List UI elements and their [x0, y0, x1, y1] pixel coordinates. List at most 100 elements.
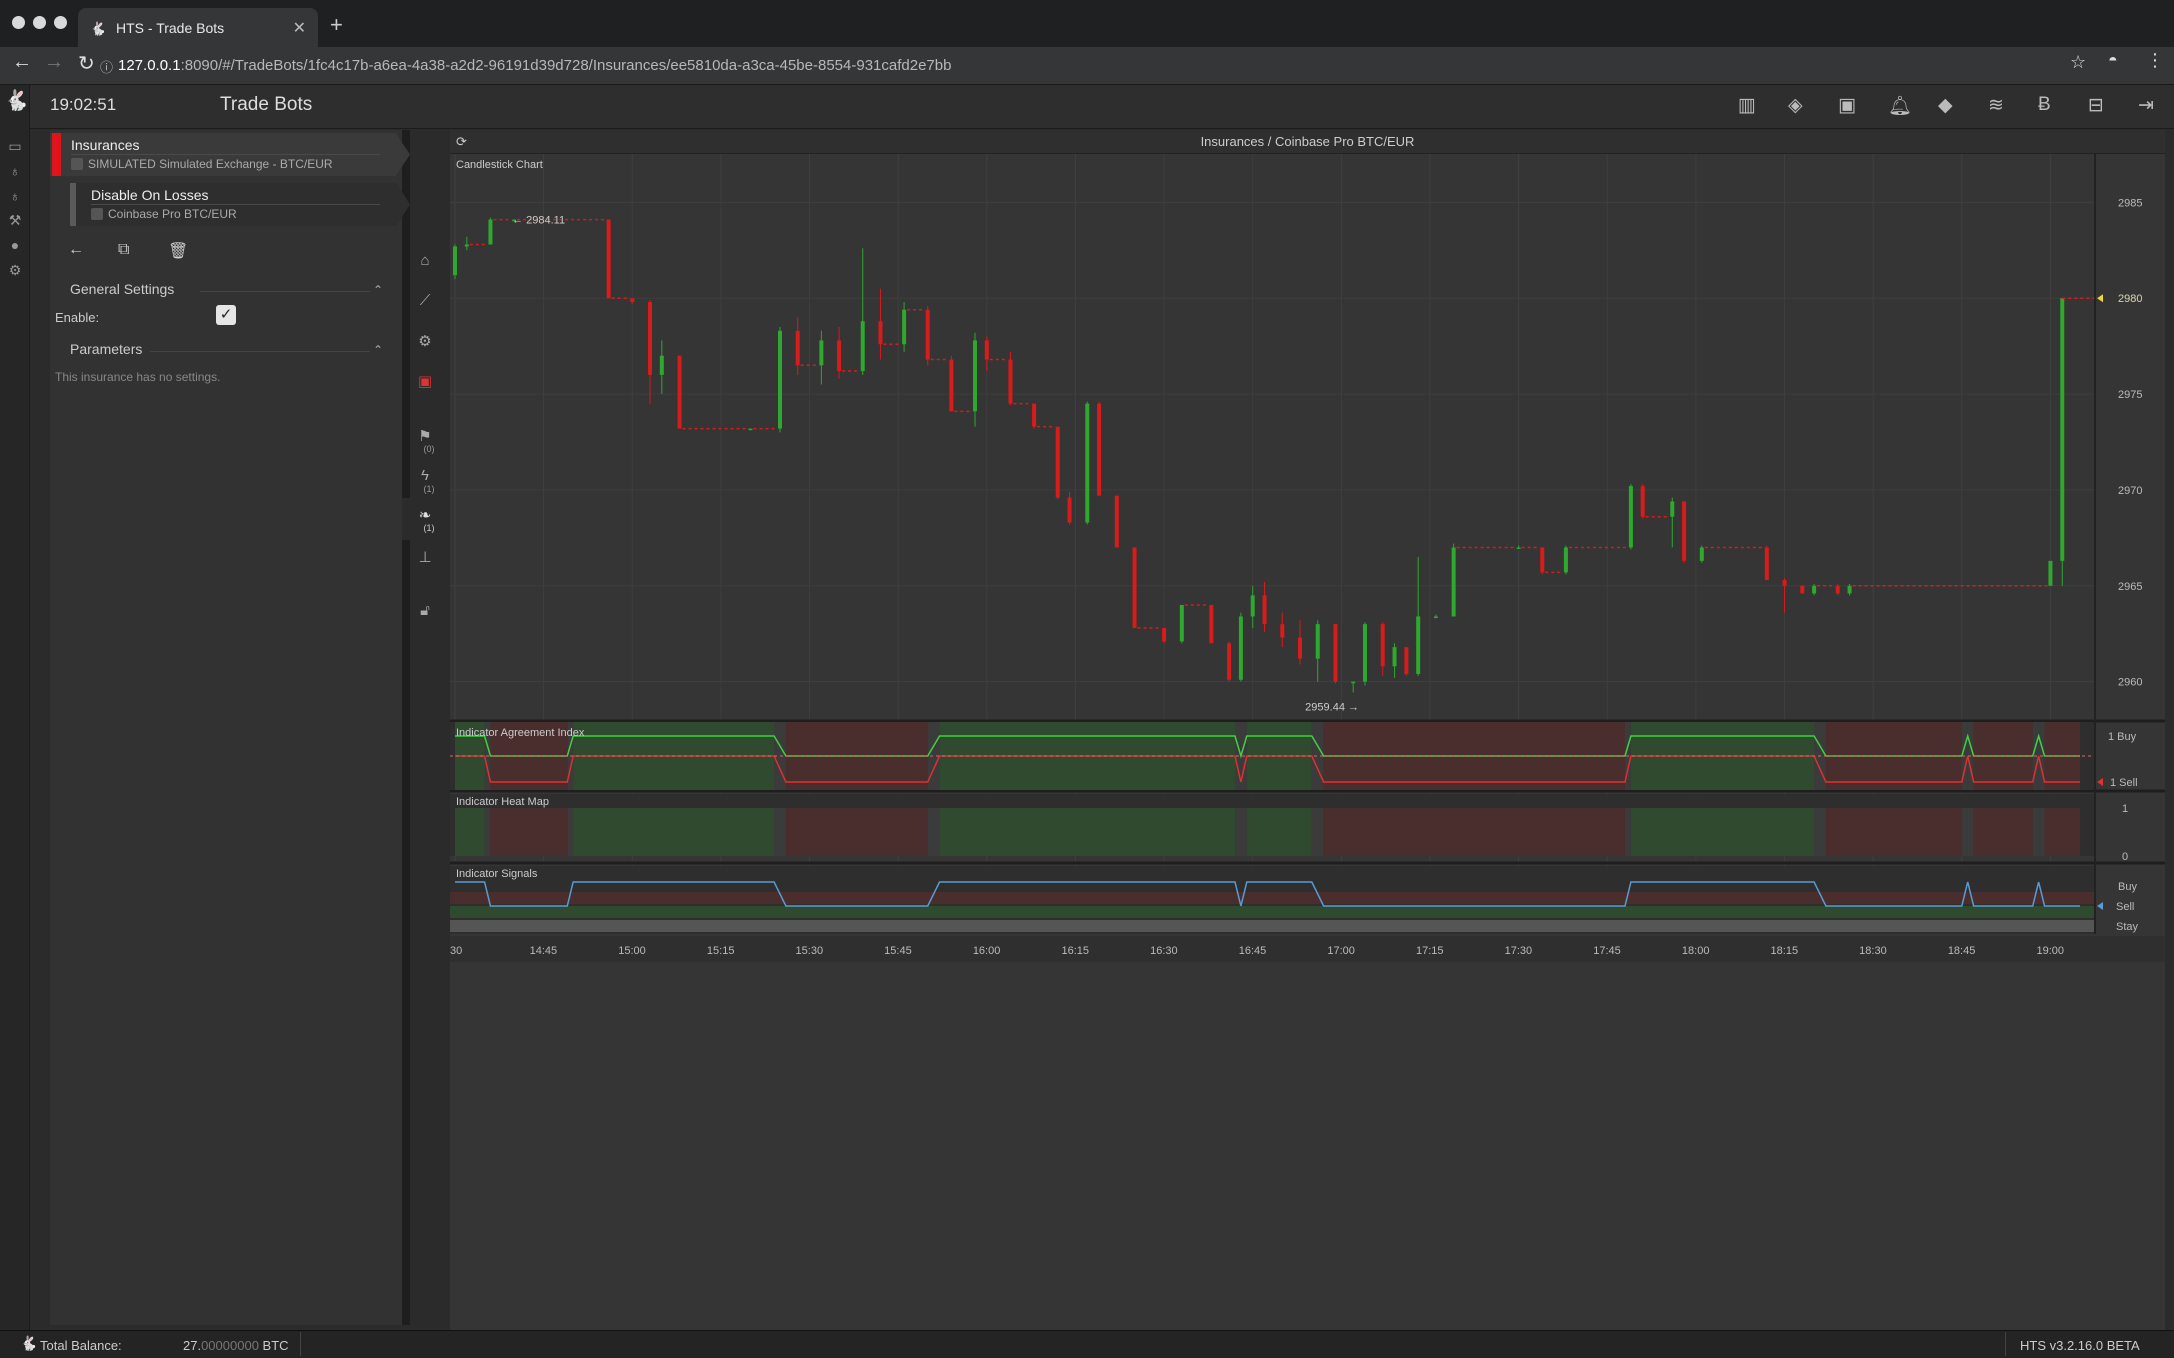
enable-label: Enable:	[55, 310, 100, 325]
map-icon[interactable]: ▥	[1738, 94, 1756, 117]
user-icon[interactable]: ●	[0, 237, 30, 253]
address-bar[interactable]: 127.0.0.1:8090/#/TradeBots/1fc4c17b-a6ea…	[118, 57, 951, 74]
divider	[150, 351, 370, 352]
window-close-dot[interactable]	[12, 16, 25, 29]
logout-icon[interactable]: ⇥	[2138, 94, 2154, 117]
sidebar-item-disable-on-losses[interactable]: Disable On Losses Coinbase Pro BTC/EUR	[70, 183, 410, 226]
back-arrow-icon[interactable]: ←	[68, 241, 84, 259]
info-icon[interactable]: ⓘ	[100, 57, 113, 76]
sitemap-icon[interactable]: ⊥	[410, 548, 440, 566]
x-tick-label: 17:30	[1505, 945, 1533, 957]
heatmap-zone	[1973, 808, 2033, 856]
candle-body	[1670, 501, 1675, 517]
heatmap-zone	[1625, 808, 1631, 856]
bell-icon[interactable]: 🔔︎	[1888, 94, 1912, 118]
parameters-header[interactable]: Parameters	[70, 341, 142, 357]
candle-body	[1812, 585, 1817, 594]
y-tick-label: 2980	[2118, 293, 2142, 305]
gears-icon[interactable]: ⚙	[0, 262, 30, 279]
signal-tick-buy: Buy	[2118, 881, 2137, 893]
url-path: :8090/#/TradeBots/1fc4c17b-a6ea-4a38-a2d…	[180, 57, 952, 74]
bookmark-star-icon[interactable]: ☆	[2070, 52, 2086, 73]
browser-tab[interactable]: 🐇 HTS - Trade Bots ✕	[78, 8, 318, 47]
window-minimize-dot[interactable]	[33, 16, 46, 29]
tab-close-icon[interactable]: ✕	[293, 18, 306, 38]
candle-body	[1280, 624, 1285, 638]
flag-count: (0)	[423, 444, 435, 454]
bolt-icon[interactable]: ϟ	[410, 467, 440, 484]
flag-icon[interactable]: ⚑	[410, 427, 440, 445]
crop-icon[interactable]: ▣	[1838, 94, 1856, 117]
candle-body	[973, 340, 977, 412]
back-icon[interactable]: ←	[12, 51, 32, 74]
rabbit-logo-icon[interactable]: 🐇	[4, 88, 29, 113]
candle-body	[819, 340, 824, 366]
candle-body	[902, 309, 907, 345]
general-settings-header[interactable]: General Settings	[70, 281, 174, 297]
candle-body	[1333, 624, 1338, 682]
cogs-icon[interactable]: ⚙	[410, 332, 440, 350]
unlock-icon[interactable]: 🔓︎	[410, 602, 440, 619]
incognito-icon[interactable]: ◓	[2108, 52, 2118, 70]
heatmap-zone	[1630, 808, 1815, 856]
copy-icon[interactable]: ⧉	[118, 241, 129, 259]
candle-body	[748, 428, 753, 431]
chevron-up-icon[interactable]: ⌃	[373, 283, 383, 297]
candle-body	[795, 330, 800, 366]
menu-dots-icon[interactable]: ⋮	[2146, 50, 2164, 71]
candle-body	[1392, 647, 1397, 667]
trash-icon[interactable]: 🗑︎	[168, 241, 188, 261]
chevron-up-icon[interactable]: ⌃	[373, 343, 383, 357]
heatmap-zone	[490, 808, 568, 856]
candle-body	[837, 340, 842, 372]
candlestick-chart[interactable]: ← 2984.11 2959.44 → 2980 Candlestick Chart…	[450, 154, 2165, 1330]
new-tab-icon[interactable]: +	[330, 12, 343, 38]
bulb-icon[interactable]: ♁	[0, 163, 30, 179]
bitcoin-sync-icon[interactable]: Ƀ	[2038, 94, 2051, 116]
tags-icon[interactable]: ◆	[1938, 94, 1953, 117]
heatmap-zone	[1235, 808, 1241, 856]
x-tick-label: 16:30	[1150, 945, 1178, 957]
candle-body	[1682, 501, 1687, 561]
candle-body	[778, 330, 782, 429]
heatmap-zone	[1311, 808, 1324, 856]
leaf-count: (1)	[423, 523, 435, 533]
ticket-icon[interactable]: ◈	[1788, 94, 1803, 117]
heatmap-tick-0: 0	[2122, 851, 2128, 863]
heatmap-header-bg	[450, 794, 2095, 808]
signal-tick-sell: Sell	[2116, 901, 2134, 913]
enable-checkbox[interactable]: ✓	[216, 305, 236, 325]
coins-icon[interactable]: ≋	[1988, 94, 2004, 117]
leaf-icon[interactable]: ❧	[410, 506, 440, 524]
clock: 19:02:51	[50, 95, 117, 114]
y-tick-label: 2960	[2118, 677, 2142, 689]
heatmap-zone	[774, 808, 786, 856]
indicator-zones	[450, 722, 2095, 934]
line-chart-icon[interactable]: ⟋	[410, 292, 440, 309]
candle-body	[1097, 403, 1102, 496]
divider	[2005, 1332, 2006, 1356]
x-tick-label: 16:00	[973, 945, 1001, 957]
bulb-icon[interactable]: ♁	[0, 188, 30, 204]
candle-body	[1363, 624, 1367, 682]
money-icon[interactable]: ▣	[410, 372, 440, 390]
x-tick-label: 16:15	[1061, 945, 1089, 957]
forward-icon[interactable]: →	[44, 51, 64, 74]
total-balance-label: Total Balance:	[40, 1338, 122, 1353]
reload-icon[interactable]: ↻	[78, 51, 95, 76]
home-icon[interactable]: ⌂	[410, 252, 440, 269]
candle-body	[1699, 547, 1704, 561]
tools-icon[interactable]: ⚒	[0, 212, 30, 229]
window-zoom-dot[interactable]	[54, 16, 67, 29]
candle-body	[1227, 643, 1232, 680]
sidebar-item-insurances[interactable]: Insurances SIMULATED Simulated Exchange …	[50, 133, 410, 176]
heatmap-zone	[2038, 808, 2045, 856]
heatmap-zone	[1323, 808, 1625, 856]
candle-body	[1800, 585, 1805, 594]
rabbit-logo-icon: 🐇	[20, 1335, 38, 1351]
x-tick-label: 17:45	[1593, 945, 1621, 957]
monitor-icon[interactable]: ▭	[0, 138, 30, 155]
candle-body	[925, 309, 930, 360]
inbox-icon[interactable]: ⊟	[2088, 94, 2104, 117]
heatmap-zone	[484, 808, 491, 856]
